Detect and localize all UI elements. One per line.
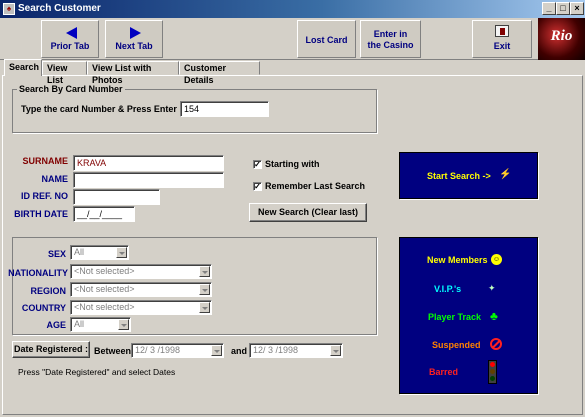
- minimize-button[interactable]: _: [542, 2, 556, 15]
- idref-input[interactable]: [73, 189, 160, 205]
- tab-customer-details[interactable]: Customer Details: [179, 61, 260, 85]
- close-button[interactable]: ×: [570, 2, 584, 15]
- sex-value: All: [74, 247, 85, 257]
- card-search-legend: Search By Card Number: [17, 84, 125, 94]
- sex-select[interactable]: All: [70, 245, 129, 260]
- prohibited-icon: [490, 338, 502, 350]
- chevron-down-icon[interactable]: [211, 345, 222, 356]
- next-tab-label: Next Tab: [115, 41, 153, 51]
- region-label: REGION: [30, 286, 66, 296]
- name-input[interactable]: [73, 172, 224, 188]
- arrow-right-icon: [130, 27, 141, 39]
- window-title: Search Customer: [18, 3, 101, 14]
- suspended-item[interactable]: Suspended: [432, 340, 481, 350]
- sex-label: SEX: [47, 249, 66, 259]
- prior-tab-label: Prior Tab: [50, 41, 90, 51]
- vip-item[interactable]: V.I.P.'s: [434, 284, 461, 294]
- chevron-down-icon[interactable]: [199, 266, 210, 277]
- nationality-label: NATIONALITY: [8, 268, 68, 278]
- arrow-left-icon: [66, 27, 77, 39]
- exit-door-icon: [495, 25, 509, 37]
- next-tab-button[interactable]: Next Tab: [105, 20, 163, 58]
- maximize-button[interactable]: □: [556, 2, 570, 15]
- idref-label: ID REF. NO: [20, 191, 68, 201]
- region-select[interactable]: <Not selected>: [70, 282, 212, 297]
- barred-item[interactable]: Barred: [429, 367, 458, 377]
- birth-date-label: BIRTH DATE: [14, 209, 68, 219]
- age-value: All: [74, 319, 85, 329]
- vip-icon: ✦: [488, 283, 496, 293]
- exit-label: Exit: [493, 41, 511, 51]
- remember-last-label: Remember Last Search: [265, 181, 366, 191]
- date-from-value: 12/ 3 /1998: [135, 345, 181, 355]
- casino-logo: Rio: [538, 18, 585, 60]
- app-icon[interactable]: ♠: [3, 3, 15, 15]
- tab-view-list[interactable]: View List: [42, 61, 87, 85]
- smiley-icon: ☺: [491, 254, 502, 265]
- chevron-down-icon[interactable]: [330, 345, 341, 356]
- birth-date-input[interactable]: __/__/____: [73, 206, 135, 222]
- chevron-down-icon[interactable]: [116, 247, 127, 258]
- new-search-button[interactable]: New Search (Clear last): [249, 203, 367, 222]
- lost-card-button[interactable]: Lost Card: [297, 20, 356, 58]
- between-label: Between: [94, 346, 132, 356]
- chevron-down-icon[interactable]: [199, 284, 210, 295]
- starting-with-checkbox[interactable]: ✓: [253, 160, 262, 169]
- and-label: and: [231, 346, 248, 356]
- new-members-item[interactable]: New Members: [427, 255, 488, 265]
- region-value: <Not selected>: [74, 284, 135, 294]
- date-hint: Press "Date Registered" and select Dates: [18, 367, 176, 377]
- remember-last-checkbox[interactable]: ✓: [253, 182, 262, 191]
- starting-with-label: Starting with: [265, 159, 320, 169]
- tab-view-list-photos[interactable]: View List with Photos: [87, 61, 179, 85]
- lightning-icon: ⚡: [499, 169, 512, 180]
- country-select[interactable]: <Not selected>: [70, 300, 212, 315]
- lost-card-label: Lost Card: [305, 35, 348, 45]
- age-label: AGE: [46, 320, 66, 330]
- exit-button[interactable]: Exit: [472, 20, 532, 58]
- age-select[interactable]: All: [70, 317, 131, 332]
- enter-casino-button[interactable]: Enter in the Casino: [360, 20, 421, 58]
- tab-search[interactable]: Search: [4, 59, 42, 76]
- nationality-select[interactable]: <Not selected>: [70, 264, 212, 279]
- prior-tab-button[interactable]: Prior Tab: [41, 20, 99, 58]
- date-registered-button[interactable]: Date Registered :: [12, 341, 90, 358]
- name-label: NAME: [41, 174, 69, 184]
- player-track-item[interactable]: Player Track: [428, 312, 481, 322]
- surname-label: SURNAME: [22, 156, 68, 166]
- card-number-input[interactable]: 154: [180, 101, 269, 117]
- traffic-light-icon: [488, 360, 497, 384]
- nationality-value: <Not selected>: [74, 266, 135, 276]
- surname-input[interactable]: KRAVA: [73, 155, 224, 171]
- country-value: <Not selected>: [74, 302, 135, 312]
- enter-casino-label: Enter in the Casino: [367, 29, 414, 50]
- date-from-picker[interactable]: 12/ 3 /1998: [131, 343, 224, 358]
- date-to-picker[interactable]: 12/ 3 /1998: [249, 343, 343, 358]
- club-icon: ♣: [490, 309, 498, 323]
- date-to-value: 12/ 3 /1998: [253, 345, 299, 355]
- country-label: COUNTRY: [21, 303, 66, 313]
- title-bar: Search Customer: [0, 0, 585, 18]
- chevron-down-icon[interactable]: [118, 319, 129, 330]
- card-prompt-label: Type the card Number & Press Enter: [21, 104, 177, 114]
- chevron-down-icon[interactable]: [199, 302, 210, 313]
- start-search-label[interactable]: Start Search ->: [427, 171, 491, 181]
